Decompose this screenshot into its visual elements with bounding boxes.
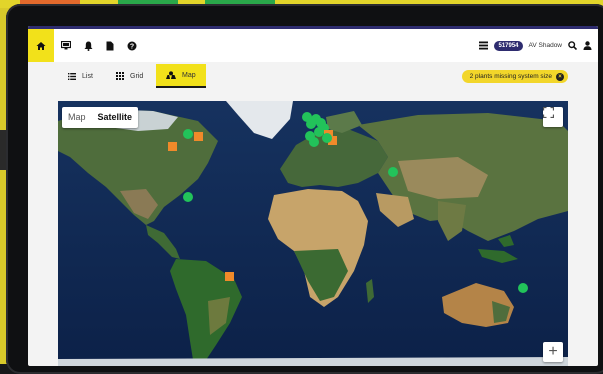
map-type-control: Map Satellite xyxy=(62,107,139,128)
appbar-right: 517954 AV Shadow xyxy=(479,29,592,62)
fullscreen-icon xyxy=(543,107,554,118)
zoom-in-button[interactable]: + xyxy=(543,342,563,362)
plant-marker-circle[interactable] xyxy=(388,166,399,177)
app-screen: ? 517954 AV Shadow List Grid Map 2 plant… xyxy=(28,26,598,366)
menu-list-icon[interactable] xyxy=(479,41,489,50)
grid-icon xyxy=(116,72,124,80)
monitor-icon xyxy=(61,41,71,50)
document-icon xyxy=(106,41,114,50)
close-icon[interactable]: × xyxy=(556,72,564,81)
bell-icon xyxy=(84,41,92,51)
home-button[interactable] xyxy=(28,29,54,62)
svg-text:?: ? xyxy=(130,43,134,50)
plant-marker-circle[interactable] xyxy=(321,133,332,144)
help-icon: ? xyxy=(127,41,137,50)
documents-button[interactable] xyxy=(100,29,120,62)
plant-marker-square[interactable] xyxy=(194,131,204,141)
map-icon xyxy=(166,71,176,79)
help-button[interactable]: ? xyxy=(122,29,142,62)
user-name[interactable]: AV Shadow xyxy=(529,42,562,49)
user-icon[interactable] xyxy=(583,41,592,50)
tab-map-label: Map xyxy=(182,71,196,79)
plant-marker-square[interactable] xyxy=(224,271,234,281)
tab-list-label: List xyxy=(82,72,93,80)
tab-list[interactable]: List xyxy=(58,64,103,88)
plant-marker-square[interactable] xyxy=(167,141,177,151)
tab-grid[interactable]: Grid xyxy=(106,64,153,88)
plant-count-badge: 517954 xyxy=(494,40,523,51)
plant-marker-circle[interactable] xyxy=(517,282,528,293)
tablet-frame: ? 517954 AV Shadow List Grid Map 2 plant… xyxy=(6,4,603,374)
list-icon xyxy=(68,72,76,80)
home-icon xyxy=(36,41,46,50)
map-type-map[interactable]: Map xyxy=(62,107,92,128)
plant-marker-circle[interactable] xyxy=(182,129,193,140)
view-tabs: List Grid Map 2 plants missing system si… xyxy=(28,62,598,90)
alert-text: 2 plants missing system size xyxy=(469,73,552,80)
plants-map[interactable]: Map Satellite + xyxy=(58,101,568,366)
dashboard-button[interactable] xyxy=(56,29,76,62)
fullscreen-button[interactable] xyxy=(543,107,563,127)
tab-grid-label: Grid xyxy=(130,72,144,80)
map-type-satellite[interactable]: Satellite xyxy=(92,107,139,128)
app-bar: ? 517954 AV Shadow xyxy=(28,26,598,62)
search-icon[interactable] xyxy=(568,41,577,50)
missing-system-size-alert[interactable]: 2 plants missing system size × xyxy=(461,70,568,83)
tab-map[interactable]: Map xyxy=(156,64,206,88)
notifications-button[interactable] xyxy=(78,29,98,62)
